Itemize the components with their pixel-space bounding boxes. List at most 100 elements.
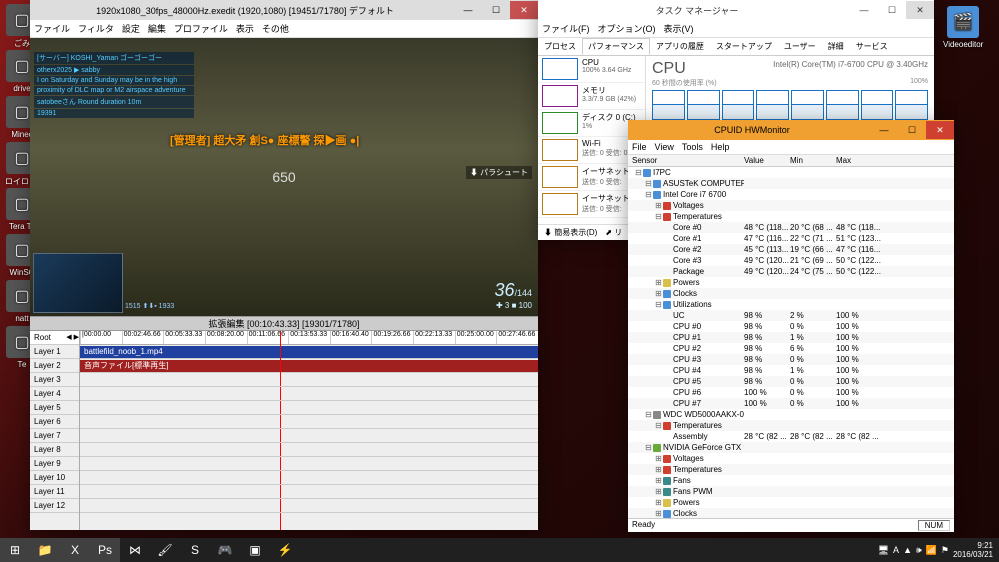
root-label[interactable]: Root◀ ▶ <box>30 331 79 345</box>
minimize-button[interactable]: — <box>850 1 878 19</box>
taskbar-button[interactable]: Ps <box>90 538 120 562</box>
tray-icon[interactable]: 🖥 <box>878 545 889 556</box>
sensor-row[interactable]: ⊟I7PC <box>628 167 954 178</box>
menu-item[interactable]: ファイル(F) <box>542 22 590 35</box>
layer-label[interactable]: Layer 1 <box>30 345 79 359</box>
sensor-row[interactable]: ⊞Fans PWM <box>628 486 954 497</box>
tab[interactable]: プロセス <box>538 38 582 55</box>
sensor-row[interactable]: ⊟NVIDIA GeForce GTX 970 <box>628 442 954 453</box>
layer-label[interactable]: Layer 5 <box>30 401 79 415</box>
sensor-row[interactable]: ⊞Powers <box>628 497 954 508</box>
layer-label[interactable]: Layer 4 <box>30 387 79 401</box>
track-row[interactable] <box>80 415 538 429</box>
sensor-row[interactable]: CPU #7100 %0 %100 % <box>628 398 954 409</box>
sensor-row[interactable]: Core #048 °C (118...20 °C (68 ...48 °C (… <box>628 222 954 233</box>
layer-label[interactable]: Layer 7 <box>30 429 79 443</box>
close-button[interactable]: ✕ <box>906 1 934 19</box>
video-preview[interactable]: [サーバー] KOSHI_Yaman ゴーゴーゴーotherx2025 ▶ sa… <box>30 38 538 316</box>
sensor-row[interactable]: Core #349 °C (120...21 °C (69 ...50 °C (… <box>628 255 954 266</box>
menu-item[interactable]: File <box>632 142 647 152</box>
tray-icon[interactable]: 🕪 <box>916 545 922 556</box>
sensor-row[interactable]: Core #147 °C (116...22 °C (71 ...51 °C (… <box>628 233 954 244</box>
sensor-row[interactable]: ⊞Clocks <box>628 508 954 518</box>
taskbar-button[interactable]: ⋈ <box>120 538 150 562</box>
sensor-row[interactable]: UC98 %2 %100 % <box>628 310 954 321</box>
simple-view-button[interactable]: ⬇ 簡易表示(D) <box>544 227 597 238</box>
menu-item[interactable]: 設定 <box>122 22 140 35</box>
close-button[interactable]: ✕ <box>510 1 538 19</box>
sensor-row[interactable]: CPU #298 %6 %100 % <box>628 343 954 354</box>
sensor-row[interactable]: ⊟ASUSTeK COMPUTER INC. ... <box>628 178 954 189</box>
tray-icon[interactable]: A <box>893 545 899 556</box>
sensor-row[interactable]: Core #245 °C (113...19 °C (66 ...47 °C (… <box>628 244 954 255</box>
sensor-row[interactable]: CPU #198 %1 %100 % <box>628 332 954 343</box>
layer-label[interactable]: Layer 9 <box>30 457 79 471</box>
metric-row[interactable]: CPU100% 3.64 GHz <box>538 56 645 83</box>
column-header[interactable]: Value <box>744 156 790 165</box>
taskbar-button[interactable]: 📁 <box>30 538 60 562</box>
track-row[interactable] <box>80 457 538 471</box>
editor-titlebar[interactable]: 1920x1080_30fps_48000Hz.exedit (1920,108… <box>30 0 538 20</box>
track-row[interactable] <box>80 499 538 513</box>
taskbar-button[interactable]: ▣ <box>240 538 270 562</box>
sensor-row[interactable]: ⊞Voltages <box>628 453 954 464</box>
sensor-row[interactable]: ⊟Utilizations <box>628 299 954 310</box>
layer-label[interactable]: Layer 10 <box>30 471 79 485</box>
track-row[interactable] <box>80 471 538 485</box>
resmon-button[interactable]: ⬈ リ <box>605 227 622 238</box>
close-button[interactable]: ✕ <box>926 121 954 139</box>
menu-item[interactable]: View <box>655 142 674 152</box>
track-row[interactable] <box>80 373 538 387</box>
menu-item[interactable]: Help <box>711 142 730 152</box>
track-row[interactable] <box>80 429 538 443</box>
track-row[interactable] <box>80 401 538 415</box>
menu-item[interactable]: 編集 <box>148 22 166 35</box>
layer-label[interactable]: Layer 12 <box>30 499 79 513</box>
tray-icon[interactable]: ⚑ <box>941 545 949 556</box>
tab[interactable]: アプリの履歴 <box>650 38 710 55</box>
maximize-button[interactable]: ☐ <box>898 121 926 139</box>
sensor-row[interactable]: CPU #598 %0 %100 % <box>628 376 954 387</box>
taskbar-button[interactable]: S <box>180 538 210 562</box>
sensor-row[interactable]: ⊟WDC WD5000AAKX-00ER... <box>628 409 954 420</box>
tray-icon[interactable]: 📶 <box>926 545 937 556</box>
sensor-row[interactable]: CPU #498 %1 %100 % <box>628 365 954 376</box>
sensor-row[interactable]: CPU #098 %0 %100 % <box>628 321 954 332</box>
menu-item[interactable]: Tools <box>682 142 703 152</box>
sensor-row[interactable]: ⊟Temperatures <box>628 211 954 222</box>
track-row[interactable] <box>80 485 538 499</box>
tab[interactable]: パフォーマンス <box>582 38 650 55</box>
tracks[interactable]: |00:00.0000:02:46.6600:05:33.3300:08:20.… <box>80 331 538 530</box>
column-header[interactable]: Max <box>836 156 882 165</box>
tab[interactable]: ユーザー <box>778 38 822 55</box>
track-row[interactable] <box>80 443 538 457</box>
taskbar-button[interactable]: ⚡ <box>270 538 300 562</box>
menu-item[interactable]: 表示 <box>236 22 254 35</box>
sensor-row[interactable]: CPU #398 %0 %100 % <box>628 354 954 365</box>
metric-row[interactable]: メモリ3.3/7.9 GB (42%) <box>538 83 645 110</box>
taskbar-button[interactable]: ⊞ <box>0 538 30 562</box>
layer-label[interactable]: Layer 6 <box>30 415 79 429</box>
menu-item[interactable]: フィルタ <box>78 22 114 35</box>
menu-item[interactable]: その他 <box>262 22 289 35</box>
sensor-row[interactable]: ⊞Voltages <box>628 200 954 211</box>
video-clip[interactable]: battlefild_noob_1.mp4 <box>80 346 538 358</box>
minimize-button[interactable]: — <box>870 121 898 139</box>
maximize-button[interactable]: ☐ <box>878 1 906 19</box>
column-header[interactable]: Sensor <box>628 156 744 165</box>
sensor-row[interactable]: ⊟Intel Core i7 6700 <box>628 189 954 200</box>
minimize-button[interactable]: — <box>454 1 482 19</box>
sensor-row[interactable]: Package49 °C (120...24 °C (75 ...50 °C (… <box>628 266 954 277</box>
taskbar-button[interactable]: 🎮 <box>210 538 240 562</box>
sensor-row[interactable]: CPU #6100 %0 %100 % <box>628 387 954 398</box>
taskmgr-titlebar[interactable]: タスク マネージャー — ☐ ✕ <box>538 0 934 20</box>
layer-label[interactable]: Layer 11 <box>30 485 79 499</box>
menu-item[interactable]: プロファイル <box>174 22 228 35</box>
clock[interactable]: 9:21 2016/03/21 <box>953 541 993 559</box>
sensor-row[interactable]: ⊞Fans <box>628 475 954 486</box>
time-ruler[interactable]: |00:00.0000:02:46.6600:05:33.3300:08:20.… <box>80 331 538 345</box>
layer-label[interactable]: Layer 3 <box>30 373 79 387</box>
sensor-row[interactable]: Assembly28 °C (82 ...28 °C (82 ...28 °C … <box>628 431 954 442</box>
taskbar-button[interactable]: 🖌 <box>150 538 180 562</box>
tab[interactable]: 詳細 <box>822 38 850 55</box>
